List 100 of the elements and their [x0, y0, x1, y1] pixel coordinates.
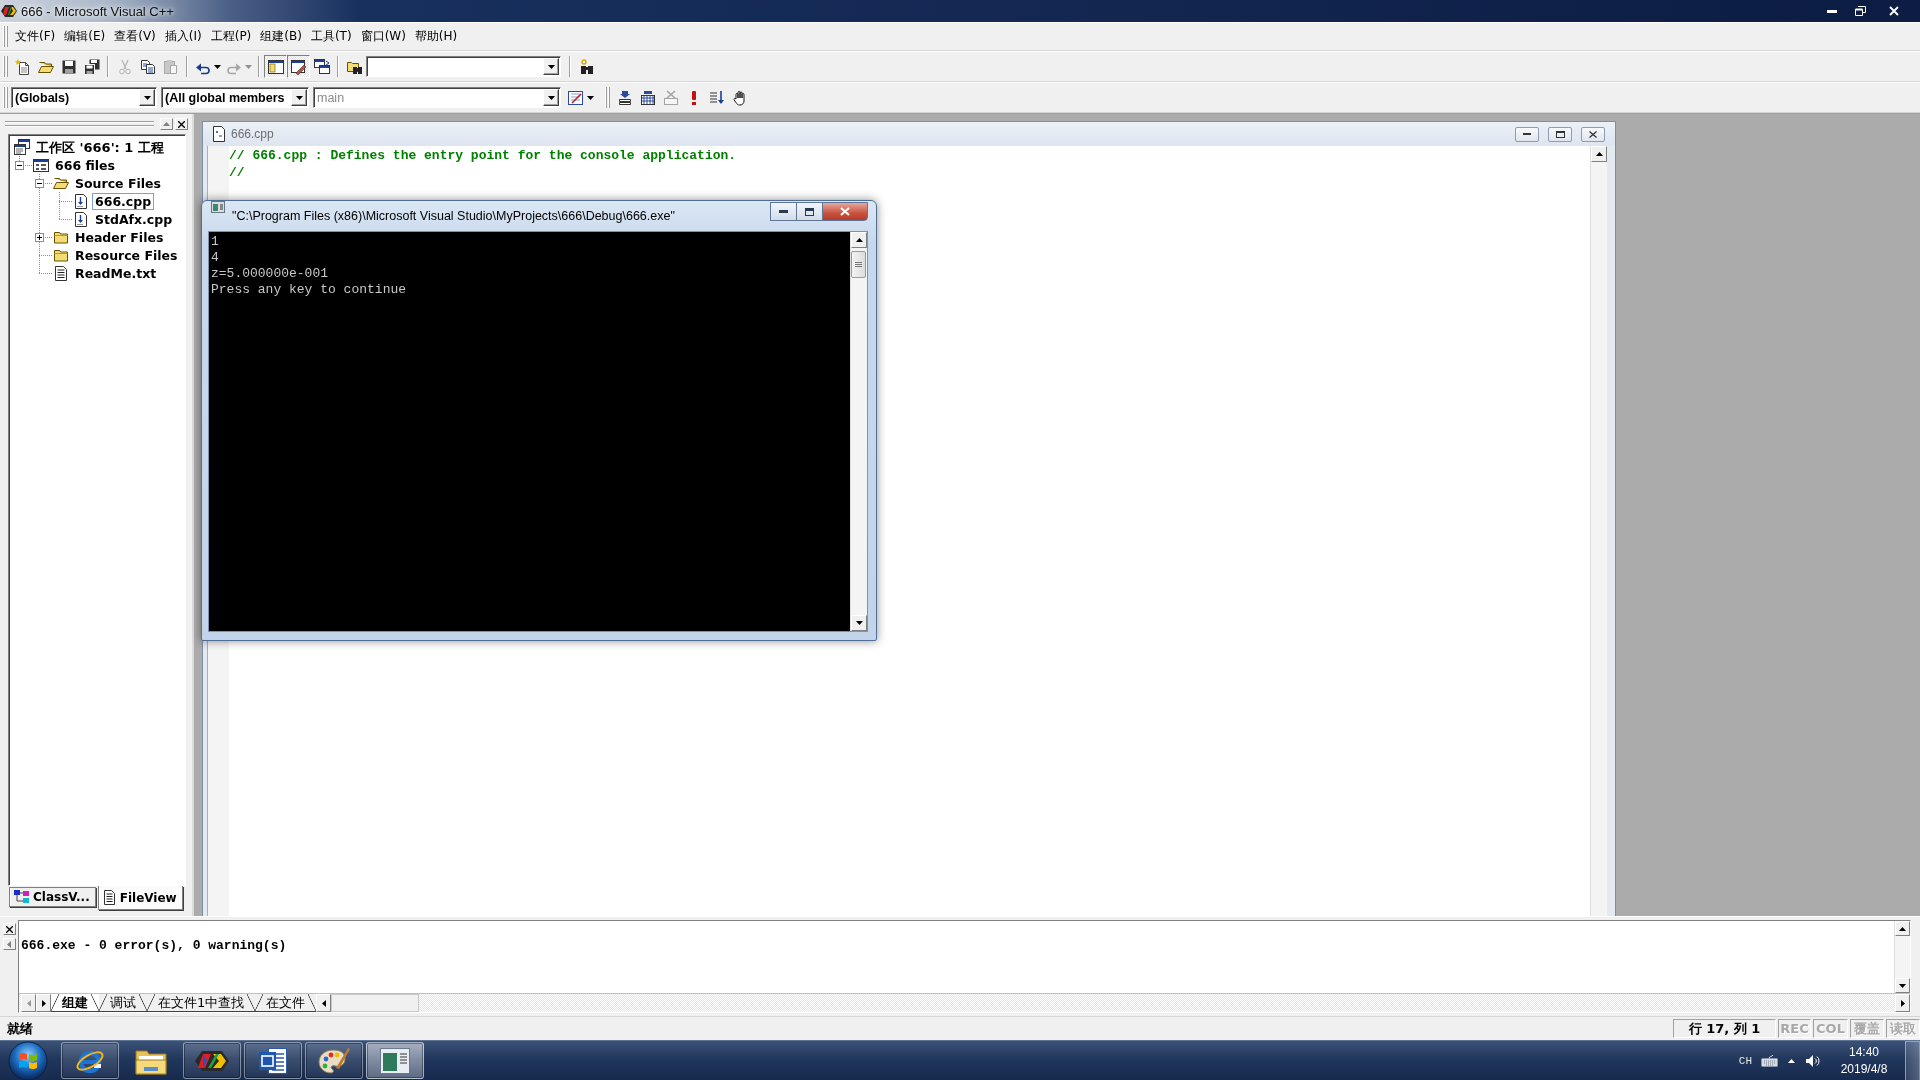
keyboard-button[interactable]: [1761, 1054, 1778, 1067]
drag-handle[interactable]: [605, 87, 610, 108]
volume-button[interactable]: [1805, 1053, 1821, 1068]
right-arrow-icon: [1900, 999, 1905, 1007]
taskbar-app-button[interactable]: [183, 1042, 241, 1079]
down-arrow-icon: [855, 621, 863, 625]
drag-handle[interactable]: [3, 26, 8, 47]
menu-item[interactable]: 插入(I): [160, 26, 206, 47]
window-grid-icon: [33, 157, 49, 173]
up-arrow-icon: [163, 122, 170, 126]
tree-item[interactable]: ReadMe.txt: [72, 264, 160, 282]
menu-item[interactable]: 帮助(H): [410, 26, 462, 47]
tree-item[interactable]: 666.cpp: [92, 192, 155, 210]
tree-item[interactable]: Source Files: [72, 174, 164, 192]
menu-item[interactable]: 窗口(W): [356, 26, 410, 47]
close-icon: [178, 120, 185, 128]
panel-tab[interactable]: ClassV...: [9, 887, 96, 907]
tree-item[interactable]: 666 files: [52, 156, 118, 174]
previous-tab-button[interactable]: [21, 994, 36, 1012]
output-tab[interactable]: 调试: [99, 994, 147, 1012]
window-icon: [380, 1047, 410, 1074]
text-page-icon: [53, 265, 69, 281]
stacked-windows-icon: [14, 139, 30, 155]
menu-item[interactable]: 组建(B): [256, 26, 306, 47]
menu-item[interactable]: 工程(P): [206, 26, 256, 47]
minus-box-icon[interactable]: [35, 178, 44, 188]
scroll-down-button[interactable]: [1895, 978, 1910, 993]
code-line: // 666.cpp : Defines the entry point for the console application.: [229, 147, 738, 164]
minimize-icon: [1827, 9, 1837, 13]
dropdown-button[interactable]: [543, 58, 559, 75]
pane-arrow-button[interactable]: [2, 938, 16, 950]
caret-icon: [213, 64, 221, 69]
output-tab[interactable]: 在文件1中查找: [147, 994, 256, 1012]
dropdown-button[interactable]: [139, 89, 155, 106]
panel-tab[interactable]: FileView: [97, 886, 183, 910]
minus-box-icon[interactable]: [15, 160, 24, 170]
tree-item[interactable]: Header Files: [72, 228, 167, 246]
maximize-button[interactable]: [1548, 126, 1572, 142]
dropdown-field[interactable]: (Globals): [11, 87, 157, 108]
up-arrow-icon: [1788, 1058, 1795, 1063]
console-line: Press any key to continue: [211, 282, 408, 298]
taskbar-app-button[interactable]: [61, 1042, 119, 1079]
workspace-button[interactable]: [264, 55, 287, 78]
output-button[interactable]: [287, 55, 310, 78]
minimize-button[interactable]: [1515, 126, 1539, 142]
output-tab[interactable]: 在文件: [255, 994, 317, 1012]
tree-item[interactable]: Resource Files: [72, 246, 181, 264]
dropdown-button[interactable]: [291, 89, 307, 106]
window-panes-icon: [267, 58, 284, 75]
clock-time[interactable]: 14:40: [1849, 1043, 1879, 1061]
drag-handle[interactable]: [5, 120, 154, 128]
status-pane: COL: [1813, 1019, 1848, 1038]
show-desktop-button[interactable]: [1905, 1040, 1920, 1080]
console-title: "C:\Program Files (x86)\Microsoft Visual Studio\MyProjects\666\Debug\666.exe": [232, 209, 675, 223]
tree-item[interactable]: StdAfx.cpp: [92, 210, 176, 228]
menu-item[interactable]: 查看(V): [110, 26, 160, 47]
close-button[interactable]: [1581, 126, 1605, 142]
open-folder-icon: [53, 175, 69, 191]
maximize-pane-button[interactable]: [160, 118, 173, 130]
next-tab-button[interactable]: [36, 994, 51, 1012]
binoculars-icon: [578, 58, 595, 75]
scroll-up-button[interactable]: [1895, 921, 1910, 936]
scroll-thumb[interactable]: [851, 251, 866, 278]
vertical-scrollbar[interactable]: [1590, 146, 1607, 916]
code-line: //: [229, 164, 246, 181]
menu-item[interactable]: 工具(T): [306, 26, 356, 47]
speaker-icon: [1805, 1053, 1821, 1068]
taskbar-app-button[interactable]: [305, 1042, 363, 1079]
dropdown-field[interactable]: [366, 56, 561, 77]
vertical-scrollbar[interactable]: [850, 232, 867, 631]
tree-item[interactable]: 工作区 '666': 1 工程: [33, 138, 167, 156]
scroll-right-button[interactable]: [1895, 994, 1910, 1012]
minimize-button[interactable]: [770, 202, 797, 221]
close-pane-button[interactable]: [175, 118, 188, 130]
dropdown-field[interactable]: (All global members: [161, 87, 309, 108]
menu-item[interactable]: 编辑(E): [60, 26, 110, 47]
scroll-left-button[interactable]: [316, 994, 332, 1012]
horizontal-scrollbar[interactable]: [331, 994, 420, 1012]
clock-date[interactable]: 2019/4/8: [1840, 1060, 1888, 1078]
up-arrow-icon: [1595, 152, 1603, 156]
new-page-icon: [14, 58, 31, 75]
window-title: 666 - Microsoft Visual C++: [21, 3, 174, 19]
drag-handle[interactable]: [3, 56, 8, 77]
scroll-up-button[interactable]: [1591, 146, 1607, 162]
vertical-scrollbar[interactable]: [1894, 921, 1910, 993]
taskbar-app-button[interactable]: [366, 1042, 424, 1079]
grip-lines-icon: [855, 262, 862, 267]
scroll-down-button[interactable]: [851, 615, 867, 631]
window-pencil-icon: [290, 58, 307, 75]
menu-item[interactable]: 文件(F): [11, 26, 60, 47]
language-indicator[interactable]: CH: [1738, 1054, 1752, 1067]
maximize-button[interactable]: [796, 202, 823, 221]
taskbar-app-button[interactable]: [244, 1042, 302, 1079]
scroll-up-button[interactable]: [851, 232, 867, 248]
plus-box-icon[interactable]: [35, 232, 44, 242]
drag-handle[interactable]: [3, 87, 8, 108]
hexagon-app-icon: [194, 1049, 230, 1072]
output-tab[interactable]: 组建: [51, 994, 99, 1012]
show-hidden-icons-button[interactable]: [1788, 1058, 1795, 1063]
close-pane-button[interactable]: [2, 923, 16, 935]
